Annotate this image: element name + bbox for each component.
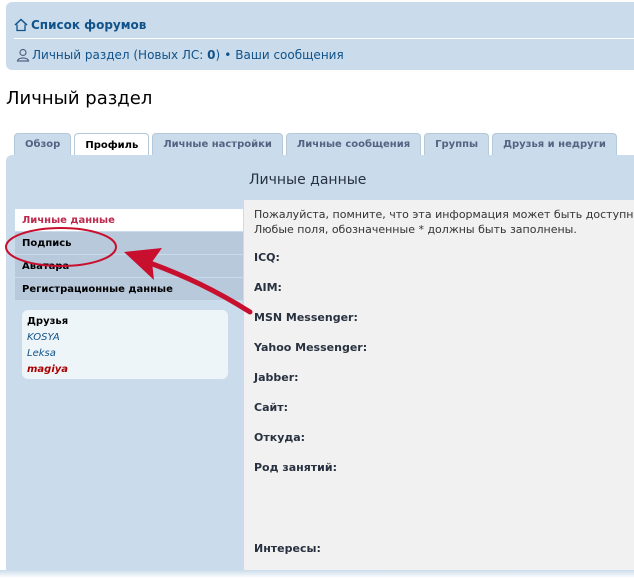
field-label-website: Сайт: xyxy=(254,401,288,414)
friend-link[interactable]: KOSYA xyxy=(27,332,60,343)
your-posts-link[interactable]: Ваши сообщения xyxy=(235,48,343,62)
field-label-aim: AIM: xyxy=(254,281,282,294)
field-label-occupation: Род занятий: xyxy=(254,461,337,474)
tab-preferences[interactable]: Личные настройки xyxy=(152,133,283,155)
profile-menu: Личные данные Подпись Аватара Регистраци… xyxy=(15,209,243,301)
field-label-yahoo: Yahoo Messenger: xyxy=(254,341,368,354)
menu-item-avatar[interactable]: Аватара xyxy=(15,255,243,277)
bottom-strip xyxy=(0,570,634,578)
section-title: Личные данные xyxy=(249,172,367,188)
menu-item-signature[interactable]: Подпись xyxy=(15,232,243,254)
navbar-divider xyxy=(14,38,634,39)
friends-box: Друзья KOSYA Leksa magiya xyxy=(22,310,228,379)
new-pm-count[interactable]: 0 xyxy=(207,48,215,62)
home-icon xyxy=(14,18,28,32)
friend-link[interactable]: Leksa xyxy=(27,348,56,359)
field-label-msn: MSN Messenger: xyxy=(254,311,358,324)
tab-bar: Обзор Профиль Личные настройки Личные со… xyxy=(14,133,620,156)
friend-link[interactable]: magiya xyxy=(27,364,68,375)
friends-title: Друзья xyxy=(27,316,69,327)
ucp-link-label[interactable]: Личный раздел (Новых ЛС: xyxy=(32,48,207,62)
profile-form: Пожалуйста, помните, что эта информация … xyxy=(244,200,634,578)
field-label-interests: Интересы: xyxy=(254,542,321,555)
forum-list-link[interactable]: Список форумов xyxy=(14,15,146,35)
tab-friends-foes[interactable]: Друзья и недруги xyxy=(492,133,617,155)
forum-list-label[interactable]: Список форумов xyxy=(31,18,146,32)
field-label-location: Откуда: xyxy=(254,431,306,444)
ucp-links: Личный раздел (Новых ЛС: 0) • Ваши сообщ… xyxy=(16,45,344,65)
tab-profile[interactable]: Профиль xyxy=(74,133,150,156)
top-navbar: Список форумов Личный раздел (Новых ЛС: … xyxy=(6,2,634,70)
notice-line: Любые поля, обозначенные * должны быть з… xyxy=(254,223,577,236)
tab-overview[interactable]: Обзор xyxy=(14,133,72,155)
user-icon xyxy=(16,48,30,62)
bullet-separator: • xyxy=(224,48,232,62)
menu-item-personal-data[interactable]: Личные данные xyxy=(15,209,243,231)
tab-groups[interactable]: Группы xyxy=(424,133,490,155)
field-label-icq: ICQ: xyxy=(254,251,280,264)
notice-line: Пожалуйста, помните, что эта информация … xyxy=(254,208,634,221)
page-title: Личный раздел xyxy=(6,88,153,109)
field-label-jabber: Jabber: xyxy=(254,371,299,384)
form-notice: Пожалуйста, помните, что эта информация … xyxy=(254,207,634,237)
ucp-link[interactable]: Личный раздел (Новых ЛС: 0) xyxy=(32,48,220,62)
menu-item-registration-data[interactable]: Регистрационные данные xyxy=(15,278,243,300)
tab-private-messages[interactable]: Личные сообщения xyxy=(285,133,422,155)
ucp-link-close[interactable]: ) xyxy=(216,48,221,62)
